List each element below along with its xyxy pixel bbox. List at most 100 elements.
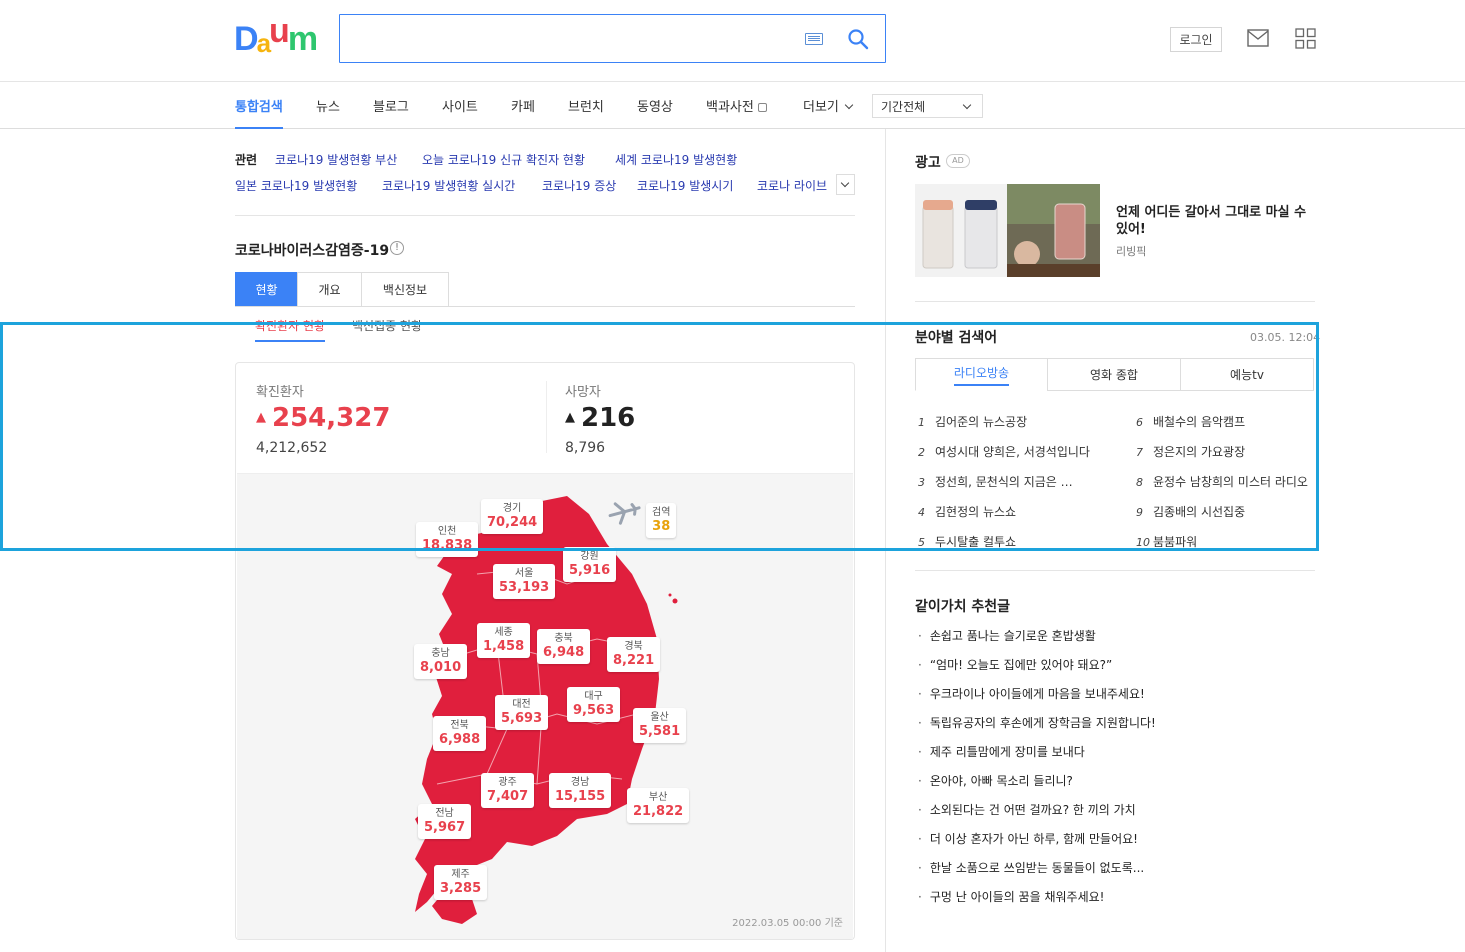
region-label[interactable]: 광주 7,407 — [481, 773, 535, 808]
region-label[interactable]: 제주 3,285 — [434, 865, 488, 900]
tab-overview[interactable]: 개요 — [297, 272, 362, 307]
info-icon[interactable]: ! — [390, 241, 404, 255]
rank-item[interactable]: 3 정선희, 문천식의 지금은 라디오시대 — [918, 473, 1080, 490]
keyboard-icon[interactable] — [805, 33, 823, 45]
rank-item[interactable]: 9 김종배의 시선집중 — [1136, 503, 1311, 520]
related-link[interactable]: 오늘 코로나19 신규 확진자 현황 — [422, 151, 585, 168]
divider — [915, 570, 1315, 571]
apps-grid-icon[interactable] — [1295, 28, 1316, 49]
search-input[interactable] — [352, 25, 782, 53]
region-value: 18,838 — [422, 538, 473, 553]
rank-item[interactable]: 6 배철수의 음악캠프 — [1136, 413, 1311, 430]
rank-item[interactable]: 8 윤정수 남창희의 미스터 라디오 — [1136, 473, 1311, 490]
related-expand-button[interactable] — [836, 174, 855, 195]
region-name: 경북 — [624, 641, 643, 652]
recommend-item[interactable]: 우크라이나 아이들에게 마음을 보내주세요! — [918, 685, 1145, 702]
region-name: 강원 — [580, 551, 599, 562]
region-value: 5,916 — [569, 563, 611, 578]
region-label[interactable]: 경기 70,244 — [481, 499, 544, 534]
region-label[interactable]: 강원 5,916 — [563, 547, 617, 582]
ad-brand[interactable]: 리빙픽 — [1116, 243, 1146, 259]
rank-item[interactable]: 1 김어준의 뉴스공장 — [918, 413, 1108, 430]
rank-text: 정은지의 가요광장 — [1153, 445, 1246, 459]
region-label[interactable]: 경북 8,221 — [607, 637, 661, 672]
recommend-item[interactable]: 더 이상 혼자가 아닌 하루, 함께 만들어요! — [918, 830, 1138, 847]
region-label[interactable]: 부산 21,822 — [627, 788, 690, 823]
rank-text: 윤정수 남창희의 미스터 라디오 — [1153, 475, 1308, 489]
region-label[interactable]: 대전 5,693 — [495, 695, 549, 730]
tab-site[interactable]: 사이트 — [442, 96, 478, 129]
tab-news[interactable]: 뉴스 — [316, 96, 340, 129]
recommend-item[interactable]: 독립유공자의 후손에게 장학금을 지원합니다! — [918, 714, 1156, 731]
tab-status[interactable]: 현황 — [235, 272, 298, 307]
rank-item[interactable]: 10 붐붐파워 — [1136, 533, 1311, 550]
login-button[interactable]: 로그인 — [1170, 27, 1222, 52]
tab-radio[interactable]: 라디오방송 — [915, 358, 1048, 391]
rank-text: 배철수의 음악캠프 — [1153, 415, 1246, 429]
tab-encyclopedia[interactable]: 백과사전 — [706, 96, 767, 129]
tab-video[interactable]: 동영상 — [637, 96, 673, 129]
death-new-value: 216 — [581, 403, 636, 433]
region-label[interactable]: 충남 8,010 — [414, 644, 468, 679]
daum-logo[interactable]: Daum — [234, 14, 318, 56]
region-label[interactable]: 울산 5,581 — [633, 708, 687, 743]
related-label: 관련 — [235, 153, 258, 167]
region-value: 6,948 — [543, 645, 585, 660]
related-link[interactable]: 세계 코로나19 발생현황 — [615, 151, 737, 168]
search-icon[interactable] — [846, 27, 870, 51]
ad-headline[interactable]: 언제 어디든 갈아서 그대로 마실 수 있어! — [1116, 204, 1311, 238]
region-label[interactable]: 전남 5,967 — [418, 804, 472, 839]
rank-item[interactable]: 7 정은지의 가요광장 — [1136, 443, 1311, 460]
rank-item[interactable]: 4 김현정의 뉴스쇼 — [918, 503, 1108, 520]
recommend-item[interactable]: 제주 리틀맘에게 장미를 보내다 — [918, 743, 1085, 760]
related-link[interactable]: 일본 코로나19 발생현황 — [235, 177, 357, 194]
tab-more[interactable]: 더보기 — [803, 96, 854, 129]
region-label[interactable]: 인천 18,838 — [416, 522, 479, 557]
region-value: 6,988 — [439, 732, 481, 747]
region-label[interactable]: 검역 38 — [646, 503, 677, 538]
region-label[interactable]: 서울 53,193 — [493, 564, 556, 599]
recommend-item[interactable]: 손쉽고 품나는 슬기로운 혼밥생활 — [918, 627, 1096, 644]
chevron-down-icon — [844, 100, 854, 110]
subtab-vaccination[interactable]: 백신접종 현황 — [352, 317, 422, 342]
tab-entertainment[interactable]: 예능tv — [1180, 358, 1314, 391]
region-label[interactable]: 경남 15,155 — [549, 773, 612, 808]
related-link[interactable]: 코로나19 발생현황 실시간 — [382, 177, 515, 194]
tab-more-label: 더보기 — [803, 100, 839, 115]
rank-item[interactable]: 5 두시탈출 컬투쇼 — [918, 533, 1108, 550]
region-label[interactable]: 대구 9,563 — [567, 687, 621, 722]
period-select[interactable]: 기간전체 — [872, 94, 983, 118]
recommend-item[interactable]: 구멍 난 아이들의 꿈을 채워주세요! — [918, 888, 1105, 905]
region-name: 서울 — [514, 568, 534, 579]
related-link[interactable]: 코로나19 증상 — [542, 177, 616, 194]
header: Daum 로그인 — [0, 0, 1465, 82]
region-label[interactable]: 충북 6,948 — [537, 629, 591, 664]
subtab-confirmed[interactable]: 확진환자 현황 — [255, 317, 326, 342]
rank-text: 붐붐파워 — [1153, 535, 1198, 549]
recommend-item[interactable]: 온아야, 아빠 목소리 들리니? — [918, 772, 1073, 789]
region-label[interactable]: 전북 6,988 — [433, 716, 487, 751]
mail-icon[interactable] — [1247, 29, 1269, 47]
ad-image[interactable] — [915, 184, 1100, 277]
region-name: 제주 — [451, 869, 470, 880]
tab-integrated[interactable]: 통합검색 — [235, 96, 283, 129]
tab-movie[interactable]: 영화 종합 — [1047, 358, 1181, 391]
tab-brunch[interactable]: 브런치 — [568, 96, 604, 129]
recommend-item[interactable]: “엄마! 오늘도 집에만 있어야 돼요?” — [918, 656, 1112, 673]
tab-vaccine-info[interactable]: 백신정보 — [361, 272, 449, 307]
related-link[interactable]: 코로나19 발생현황 부산 — [275, 151, 397, 168]
related-link[interactable]: 코로나 라이브 — [757, 177, 832, 194]
rank-number: 10 — [1136, 536, 1150, 549]
recommend-item[interactable]: 소외된다는 건 어떤 걸까요? 한 끼의 가치 — [918, 801, 1136, 818]
region-name: 경남 — [570, 777, 590, 788]
arrow-up-icon: ▲ — [256, 410, 266, 425]
tab-cafe[interactable]: 카페 — [511, 96, 535, 129]
rank-item[interactable]: 2 여성시대 양희은, 서경석입니다 — [918, 443, 1090, 460]
rank-text: 두시탈출 컬투쇼 — [935, 535, 1017, 549]
chevron-down-icon — [962, 100, 972, 110]
tab-blog[interactable]: 블로그 — [373, 96, 409, 129]
related-link[interactable]: 코로나19 발생시기 — [637, 177, 733, 194]
recommend-item[interactable]: 한날 소품으로 쓰임받는 동물들이 없도록... — [918, 859, 1144, 876]
region-name: 충북 — [554, 633, 573, 644]
region-label[interactable]: 세종 1,458 — [477, 623, 531, 658]
